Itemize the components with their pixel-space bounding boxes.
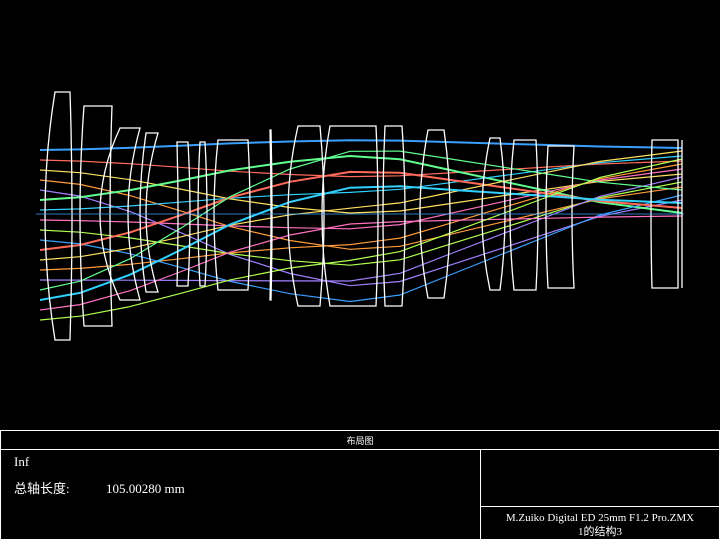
field-label: Inf [14, 454, 30, 469]
lens-elements [44, 91, 679, 341]
info-header: 布局图 [346, 435, 373, 447]
configuration-label: 1的结构3 [578, 524, 622, 538]
lens-element [79, 105, 113, 327]
ray [39, 159, 683, 178]
ray [39, 176, 683, 282]
ray-fan [39, 139, 683, 321]
lens-element [382, 125, 406, 307]
lens-layout-diagram [36, 91, 684, 341]
lens-element [269, 129, 273, 301]
ray [39, 158, 683, 321]
total-length-label: 总轴长度: [14, 481, 70, 496]
info-box: 布局图 Inf 总轴长度: 105.00280 mm M.Zuiko Digit… [0, 430, 720, 540]
lens-element [321, 125, 379, 307]
file-name: M.Zuiko Digital ED 25mm F1.2 Pro.ZMX [506, 512, 694, 524]
lens-element [139, 132, 159, 293]
lens-element [213, 139, 251, 291]
total-length-value: 105.00280 mm [106, 481, 185, 496]
lens-element [44, 91, 73, 341]
